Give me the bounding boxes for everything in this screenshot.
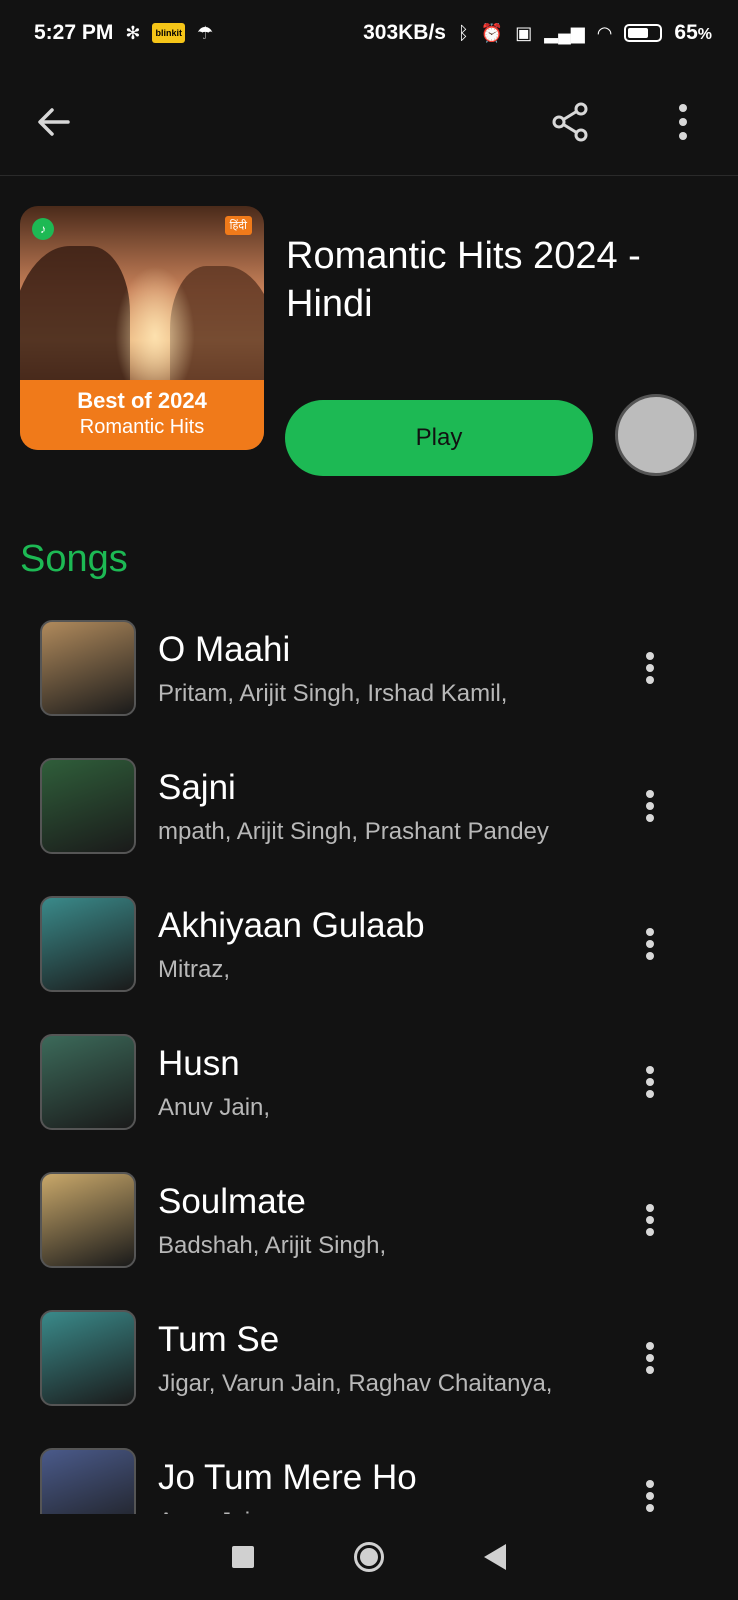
song-row[interactable]: O Maahi Pritam, Arijit Singh, Irshad Kami…	[0, 604, 738, 742]
more-vertical-icon	[646, 928, 654, 960]
song-thumbnail	[40, 896, 136, 992]
song-title: Tum Se	[158, 1320, 280, 1359]
blinkit-icon: blinkit	[152, 23, 185, 43]
battery-fill	[628, 28, 648, 38]
recents-icon[interactable]	[232, 1546, 254, 1568]
more-vertical-icon	[646, 1342, 654, 1374]
back-button[interactable]	[26, 94, 82, 150]
song-more-button[interactable]	[628, 640, 672, 696]
more-vertical-icon	[646, 652, 654, 684]
song-title: Sajni	[158, 768, 236, 807]
notification-icon: ☂	[196, 22, 214, 43]
alarm-icon: ⏰	[480, 22, 504, 43]
song-row[interactable]: Jo Tum Mere HoAnuv Jain,	[0, 1432, 738, 1514]
share-button[interactable]	[543, 94, 599, 150]
more-vertical-icon	[646, 1204, 654, 1236]
wifi-icon: ◠	[596, 22, 613, 43]
song-more-button[interactable]	[628, 1468, 672, 1514]
battery-icon	[624, 24, 663, 42]
arrow-left-icon	[38, 108, 70, 136]
more-vertical-icon	[646, 1480, 654, 1512]
more-vertical-icon	[646, 790, 654, 822]
song-row[interactable]: Sajni mpath, Arijit Singh, Prashant Pande…	[0, 742, 738, 880]
more-vertical-icon	[646, 1066, 654, 1098]
song-title: Akhiyaan Gulaab	[158, 906, 425, 945]
jiosaavn-logo-icon: ♪	[32, 218, 54, 240]
song-thumbnail	[40, 1448, 136, 1514]
cover-line2: Romantic Hits	[79, 416, 205, 438]
song-thumbnail	[40, 1172, 136, 1268]
song-row[interactable]: Soulmate Badshah, Arijit Singh,	[0, 1156, 738, 1294]
cover-banner: Best of 2024 Romantic Hits	[20, 380, 264, 450]
bluetooth-icon: ᛒ	[457, 22, 469, 43]
song-artists: Mitraz,	[158, 956, 230, 983]
battery-level: 65%	[674, 21, 712, 44]
song-more-button[interactable]	[628, 1330, 672, 1386]
song-title: Soulmate	[158, 1182, 306, 1221]
playlist-title: Romantic Hits 2024 - Hindi	[286, 235, 641, 325]
pinwheel-icon: ✻	[125, 22, 141, 43]
circle-button[interactable]	[615, 394, 697, 476]
status-bar: 5:27 PM ✻ blinkit ☂ 303KB/s ᛒ ⏰ ▣ ▂▄▆ ◠ …	[0, 0, 738, 66]
song-more-button[interactable]	[628, 1192, 672, 1248]
song-row[interactable]: Akhiyaan Gulaab Mitraz,	[0, 880, 738, 1018]
song-thumbnail	[40, 620, 136, 716]
playlist-cover: ♪ हिंदी Best of 2024 Romantic Hits	[20, 206, 264, 450]
language-badge: हिंदी	[224, 216, 252, 235]
song-artists: mpath, Arijit Singh, Prashant Pandey	[158, 818, 549, 845]
song-artists: Pritam, Arijit Singh, Irshad Kamil,	[158, 680, 508, 707]
song-thumbnail	[40, 1310, 136, 1406]
volte-icon: ▣	[515, 22, 533, 43]
songs-section-title: Songs	[20, 538, 128, 580]
song-artists: Jigar, Varun Jain, Raghav Chaitanya,	[158, 1370, 553, 1397]
more-vertical-icon	[679, 104, 687, 140]
song-row[interactable]: Husn Anuv Jain,	[0, 1018, 738, 1156]
status-time: 5:27 PM	[34, 21, 114, 44]
back-icon[interactable]	[484, 1544, 506, 1570]
signal-icon: ▂▄▆	[544, 22, 585, 43]
toolbar	[0, 66, 738, 176]
song-title: O Maahi	[158, 630, 291, 669]
share-icon	[552, 102, 588, 142]
song-artists: Badshah, Arijit Singh,	[158, 1232, 387, 1259]
more-options-button[interactable]	[655, 94, 711, 150]
song-list: O Maahi Pritam, Arijit Singh, Irshad Kami…	[0, 604, 738, 1514]
song-row[interactable]: Tum Se Jigar, Varun Jain, Raghav Chaitany…	[0, 1294, 738, 1432]
song-thumbnail	[40, 758, 136, 854]
song-more-button[interactable]	[628, 916, 672, 972]
play-button[interactable]: Play	[285, 400, 593, 476]
song-more-button[interactable]	[628, 778, 672, 834]
song-more-button[interactable]	[628, 1054, 672, 1110]
song-title: Jo Tum Mere Ho	[158, 1458, 417, 1497]
home-icon[interactable]	[354, 1542, 384, 1572]
song-thumbnail	[40, 1034, 136, 1130]
song-title: Husn	[158, 1044, 240, 1083]
system-nav-bar	[0, 1514, 738, 1600]
network-speed: 303KB/s	[363, 21, 446, 44]
cover-line1: Best of 2024	[77, 388, 207, 413]
song-artists: Anuv Jain,	[158, 1094, 271, 1121]
